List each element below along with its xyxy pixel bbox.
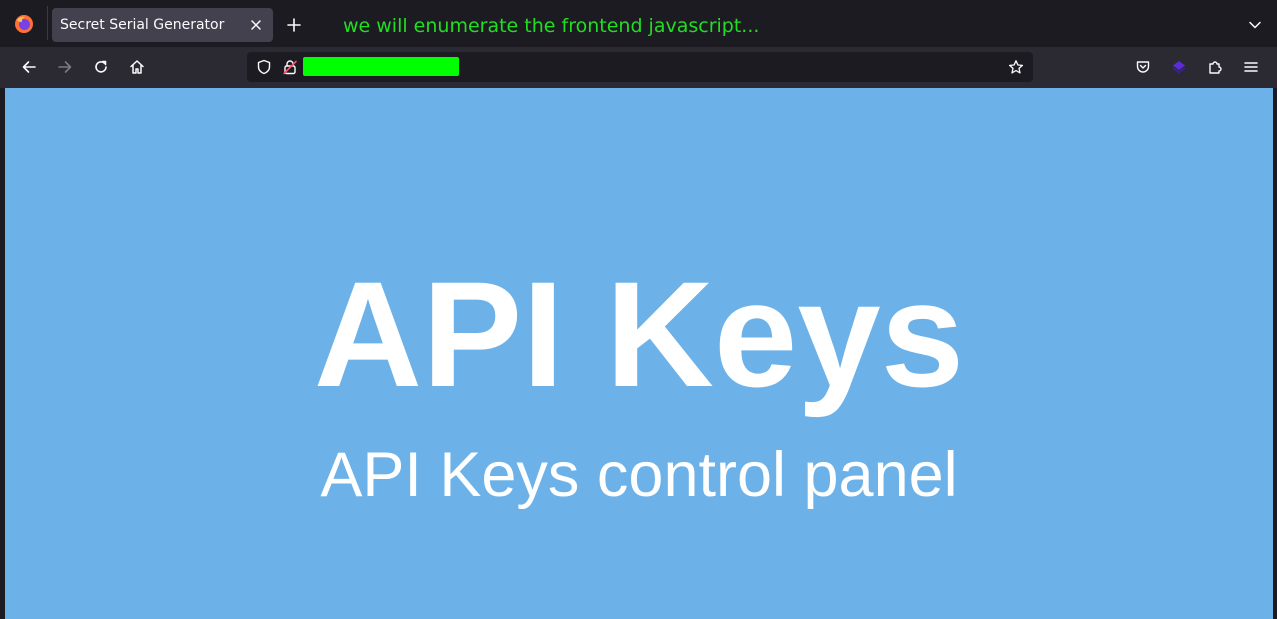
lock-icon[interactable]: [281, 58, 299, 76]
navigation-toolbar: [0, 47, 1277, 88]
back-arrow-icon[interactable]: [19, 57, 39, 77]
puzzle-icon[interactable]: [1205, 57, 1225, 77]
page-title: API Keys: [313, 250, 965, 418]
plus-icon[interactable]: [284, 15, 304, 35]
page-body: API Keys API Keys control panel: [5, 88, 1273, 619]
tab-separator: [47, 6, 48, 40]
forward-arrow-icon[interactable]: [55, 57, 75, 77]
chevron-down-icon[interactable]: [1245, 15, 1265, 35]
tab-strip: Secret Serial Generator we will enumerat…: [0, 0, 1277, 47]
address-bar[interactable]: [247, 52, 1033, 82]
shield-icon[interactable]: [255, 58, 273, 76]
content-area: API Keys API Keys control panel: [0, 88, 1277, 619]
url-text-redacted[interactable]: [303, 57, 459, 76]
tab-title: Secret Serial Generator: [60, 17, 225, 33]
star-icon[interactable]: [1007, 58, 1025, 76]
page-subtitle: API Keys control panel: [320, 440, 958, 510]
home-icon[interactable]: [127, 57, 147, 77]
firefox-icon[interactable]: [14, 14, 34, 34]
hamburger-menu-icon[interactable]: [1241, 57, 1261, 77]
close-icon[interactable]: [248, 17, 264, 33]
annotation-text: we will enumerate the frontend javascrip…: [343, 15, 760, 37]
tab-active[interactable]: Secret Serial Generator: [52, 8, 273, 42]
pocket-icon[interactable]: [1133, 57, 1153, 77]
reload-icon[interactable]: [91, 57, 111, 77]
extension-icon[interactable]: [1169, 57, 1189, 77]
